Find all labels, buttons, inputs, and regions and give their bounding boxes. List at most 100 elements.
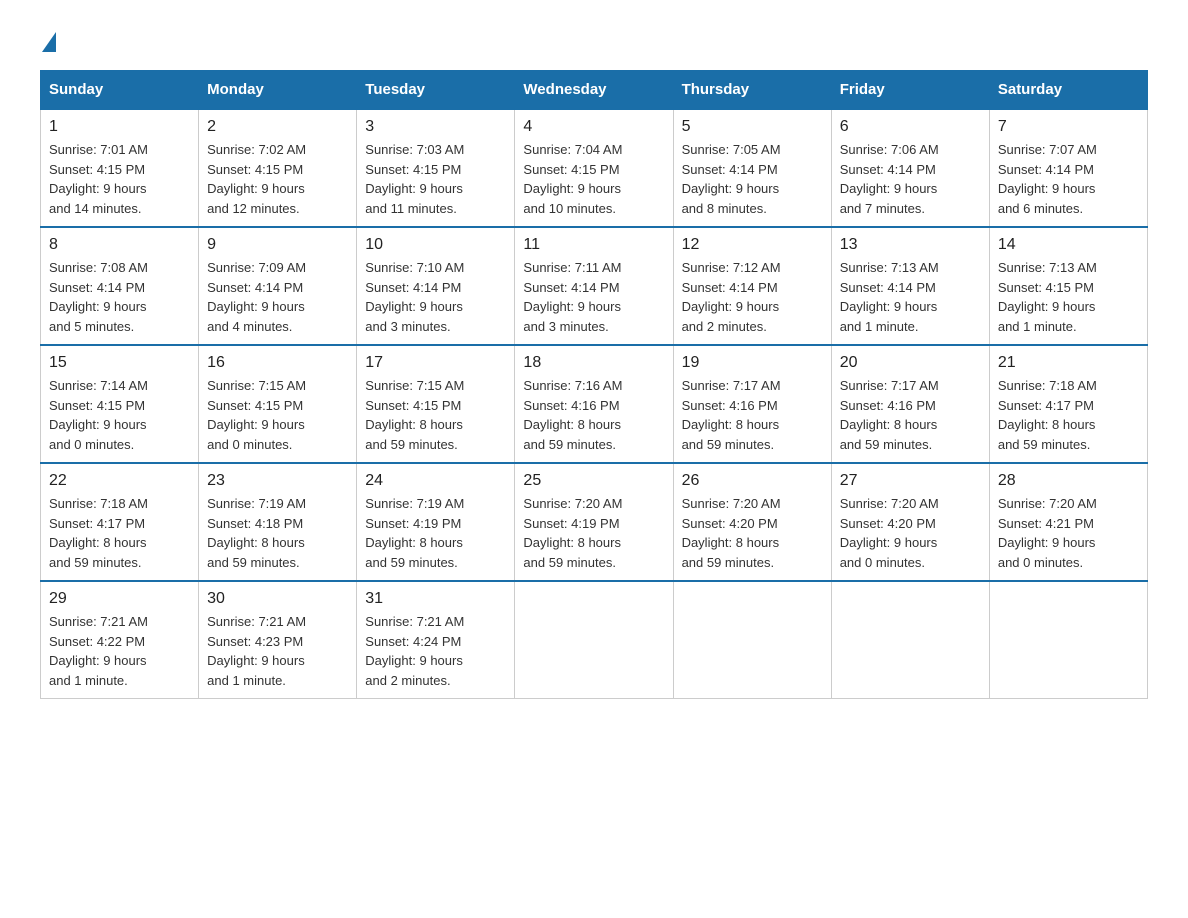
day-info: Sunrise: 7:20 AM Sunset: 4:20 PM Dayligh… bbox=[840, 494, 981, 572]
day-number: 18 bbox=[523, 354, 664, 372]
day-info: Sunrise: 7:09 AM Sunset: 4:14 PM Dayligh… bbox=[207, 258, 348, 336]
calendar-cell: 4 Sunrise: 7:04 AM Sunset: 4:15 PM Dayli… bbox=[515, 109, 673, 227]
calendar-cell: 28 Sunrise: 7:20 AM Sunset: 4:21 PM Dayl… bbox=[989, 463, 1147, 581]
day-header-thursday: Thursday bbox=[673, 71, 831, 110]
day-info: Sunrise: 7:21 AM Sunset: 4:23 PM Dayligh… bbox=[207, 612, 348, 690]
calendar-cell bbox=[673, 581, 831, 699]
logo-triangle-icon bbox=[42, 32, 56, 52]
day-number: 31 bbox=[365, 590, 506, 608]
calendar-cell: 22 Sunrise: 7:18 AM Sunset: 4:17 PM Dayl… bbox=[41, 463, 199, 581]
day-number: 10 bbox=[365, 236, 506, 254]
day-info: Sunrise: 7:15 AM Sunset: 4:15 PM Dayligh… bbox=[207, 376, 348, 454]
calendar-cell: 17 Sunrise: 7:15 AM Sunset: 4:15 PM Dayl… bbox=[357, 345, 515, 463]
day-info: Sunrise: 7:19 AM Sunset: 4:18 PM Dayligh… bbox=[207, 494, 348, 572]
day-info: Sunrise: 7:15 AM Sunset: 4:15 PM Dayligh… bbox=[365, 376, 506, 454]
day-info: Sunrise: 7:08 AM Sunset: 4:14 PM Dayligh… bbox=[49, 258, 190, 336]
day-info: Sunrise: 7:01 AM Sunset: 4:15 PM Dayligh… bbox=[49, 140, 190, 218]
calendar-cell: 1 Sunrise: 7:01 AM Sunset: 4:15 PM Dayli… bbox=[41, 109, 199, 227]
day-header-sunday: Sunday bbox=[41, 71, 199, 110]
day-number: 1 bbox=[49, 118, 190, 136]
week-row-5: 29 Sunrise: 7:21 AM Sunset: 4:22 PM Dayl… bbox=[41, 581, 1148, 699]
day-header-wednesday: Wednesday bbox=[515, 71, 673, 110]
day-number: 13 bbox=[840, 236, 981, 254]
calendar-cell: 30 Sunrise: 7:21 AM Sunset: 4:23 PM Dayl… bbox=[199, 581, 357, 699]
day-info: Sunrise: 7:13 AM Sunset: 4:14 PM Dayligh… bbox=[840, 258, 981, 336]
calendar-cell: 21 Sunrise: 7:18 AM Sunset: 4:17 PM Dayl… bbox=[989, 345, 1147, 463]
logo bbox=[40, 30, 56, 50]
day-info: Sunrise: 7:20 AM Sunset: 4:21 PM Dayligh… bbox=[998, 494, 1139, 572]
day-info: Sunrise: 7:06 AM Sunset: 4:14 PM Dayligh… bbox=[840, 140, 981, 218]
day-number: 2 bbox=[207, 118, 348, 136]
day-number: 15 bbox=[49, 354, 190, 372]
calendar-cell: 13 Sunrise: 7:13 AM Sunset: 4:14 PM Dayl… bbox=[831, 227, 989, 345]
calendar-cell: 29 Sunrise: 7:21 AM Sunset: 4:22 PM Dayl… bbox=[41, 581, 199, 699]
calendar-cell: 15 Sunrise: 7:14 AM Sunset: 4:15 PM Dayl… bbox=[41, 345, 199, 463]
calendar-cell: 25 Sunrise: 7:20 AM Sunset: 4:19 PM Dayl… bbox=[515, 463, 673, 581]
day-number: 8 bbox=[49, 236, 190, 254]
day-info: Sunrise: 7:07 AM Sunset: 4:14 PM Dayligh… bbox=[998, 140, 1139, 218]
day-number: 20 bbox=[840, 354, 981, 372]
day-number: 19 bbox=[682, 354, 823, 372]
day-number: 22 bbox=[49, 472, 190, 490]
week-row-1: 1 Sunrise: 7:01 AM Sunset: 4:15 PM Dayli… bbox=[41, 109, 1148, 227]
day-number: 30 bbox=[207, 590, 348, 608]
calendar-cell: 10 Sunrise: 7:10 AM Sunset: 4:14 PM Dayl… bbox=[357, 227, 515, 345]
calendar-cell: 18 Sunrise: 7:16 AM Sunset: 4:16 PM Dayl… bbox=[515, 345, 673, 463]
day-info: Sunrise: 7:18 AM Sunset: 4:17 PM Dayligh… bbox=[998, 376, 1139, 454]
day-info: Sunrise: 7:04 AM Sunset: 4:15 PM Dayligh… bbox=[523, 140, 664, 218]
day-number: 6 bbox=[840, 118, 981, 136]
day-number: 11 bbox=[523, 236, 664, 254]
day-number: 23 bbox=[207, 472, 348, 490]
day-number: 7 bbox=[998, 118, 1139, 136]
day-number: 24 bbox=[365, 472, 506, 490]
calendar-cell: 16 Sunrise: 7:15 AM Sunset: 4:15 PM Dayl… bbox=[199, 345, 357, 463]
day-info: Sunrise: 7:05 AM Sunset: 4:14 PM Dayligh… bbox=[682, 140, 823, 218]
day-number: 28 bbox=[998, 472, 1139, 490]
day-info: Sunrise: 7:14 AM Sunset: 4:15 PM Dayligh… bbox=[49, 376, 190, 454]
calendar-cell: 19 Sunrise: 7:17 AM Sunset: 4:16 PM Dayl… bbox=[673, 345, 831, 463]
page-header bbox=[40, 30, 1148, 50]
day-info: Sunrise: 7:19 AM Sunset: 4:19 PM Dayligh… bbox=[365, 494, 506, 572]
day-info: Sunrise: 7:21 AM Sunset: 4:24 PM Dayligh… bbox=[365, 612, 506, 690]
calendar-cell bbox=[989, 581, 1147, 699]
calendar-cell: 26 Sunrise: 7:20 AM Sunset: 4:20 PM Dayl… bbox=[673, 463, 831, 581]
day-info: Sunrise: 7:13 AM Sunset: 4:15 PM Dayligh… bbox=[998, 258, 1139, 336]
day-info: Sunrise: 7:17 AM Sunset: 4:16 PM Dayligh… bbox=[682, 376, 823, 454]
calendar-cell: 6 Sunrise: 7:06 AM Sunset: 4:14 PM Dayli… bbox=[831, 109, 989, 227]
day-number: 12 bbox=[682, 236, 823, 254]
calendar-cell: 8 Sunrise: 7:08 AM Sunset: 4:14 PM Dayli… bbox=[41, 227, 199, 345]
day-info: Sunrise: 7:10 AM Sunset: 4:14 PM Dayligh… bbox=[365, 258, 506, 336]
day-number: 21 bbox=[998, 354, 1139, 372]
calendar-cell: 24 Sunrise: 7:19 AM Sunset: 4:19 PM Dayl… bbox=[357, 463, 515, 581]
day-info: Sunrise: 7:20 AM Sunset: 4:19 PM Dayligh… bbox=[523, 494, 664, 572]
day-header-friday: Friday bbox=[831, 71, 989, 110]
day-number: 25 bbox=[523, 472, 664, 490]
calendar-table: SundayMondayTuesdayWednesdayThursdayFrid… bbox=[40, 70, 1148, 699]
day-number: 3 bbox=[365, 118, 506, 136]
day-number: 16 bbox=[207, 354, 348, 372]
calendar-cell: 2 Sunrise: 7:02 AM Sunset: 4:15 PM Dayli… bbox=[199, 109, 357, 227]
day-info: Sunrise: 7:18 AM Sunset: 4:17 PM Dayligh… bbox=[49, 494, 190, 572]
week-row-4: 22 Sunrise: 7:18 AM Sunset: 4:17 PM Dayl… bbox=[41, 463, 1148, 581]
day-number: 9 bbox=[207, 236, 348, 254]
day-info: Sunrise: 7:17 AM Sunset: 4:16 PM Dayligh… bbox=[840, 376, 981, 454]
calendar-cell: 12 Sunrise: 7:12 AM Sunset: 4:14 PM Dayl… bbox=[673, 227, 831, 345]
day-number: 29 bbox=[49, 590, 190, 608]
calendar-cell: 14 Sunrise: 7:13 AM Sunset: 4:15 PM Dayl… bbox=[989, 227, 1147, 345]
day-info: Sunrise: 7:12 AM Sunset: 4:14 PM Dayligh… bbox=[682, 258, 823, 336]
day-number: 26 bbox=[682, 472, 823, 490]
day-number: 4 bbox=[523, 118, 664, 136]
day-number: 17 bbox=[365, 354, 506, 372]
day-header-tuesday: Tuesday bbox=[357, 71, 515, 110]
week-row-2: 8 Sunrise: 7:08 AM Sunset: 4:14 PM Dayli… bbox=[41, 227, 1148, 345]
day-info: Sunrise: 7:03 AM Sunset: 4:15 PM Dayligh… bbox=[365, 140, 506, 218]
day-info: Sunrise: 7:21 AM Sunset: 4:22 PM Dayligh… bbox=[49, 612, 190, 690]
calendar-cell: 5 Sunrise: 7:05 AM Sunset: 4:14 PM Dayli… bbox=[673, 109, 831, 227]
calendar-cell: 23 Sunrise: 7:19 AM Sunset: 4:18 PM Dayl… bbox=[199, 463, 357, 581]
day-number: 5 bbox=[682, 118, 823, 136]
day-info: Sunrise: 7:20 AM Sunset: 4:20 PM Dayligh… bbox=[682, 494, 823, 572]
day-number: 14 bbox=[998, 236, 1139, 254]
calendar-cell: 11 Sunrise: 7:11 AM Sunset: 4:14 PM Dayl… bbox=[515, 227, 673, 345]
calendar-cell: 20 Sunrise: 7:17 AM Sunset: 4:16 PM Dayl… bbox=[831, 345, 989, 463]
calendar-cell bbox=[831, 581, 989, 699]
